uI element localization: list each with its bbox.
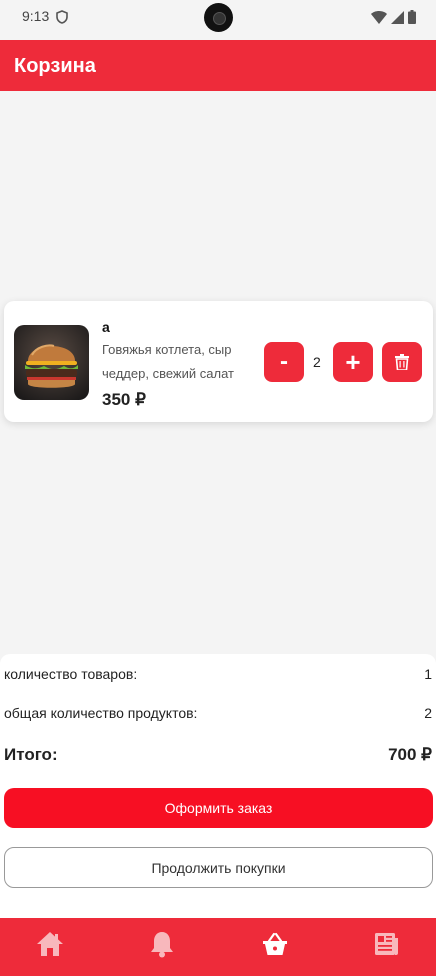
wifi-icon [371, 10, 387, 24]
battery-icon [408, 10, 416, 24]
total-label: Итого: [4, 745, 58, 764]
product-description: Говяжья котлета, сыр чеддер, свежий сала… [102, 342, 234, 381]
delete-item-button[interactable] [382, 342, 422, 382]
products-total-row: общая количество продуктов: 2 [4, 705, 432, 721]
quantity-value: 2 [313, 354, 321, 370]
products-total-label: общая количество продуктов: [4, 705, 198, 721]
front-camera [204, 3, 233, 32]
product-price: 350 ₽ [102, 390, 146, 409]
status-bar: 9:13 [0, 0, 436, 40]
order-summary: количество товаров: 1 общая количество п… [0, 654, 436, 918]
decrease-quantity-button[interactable]: - [264, 342, 304, 382]
home-icon[interactable] [36, 930, 64, 958]
page-title: Корзина [14, 55, 96, 77]
bell-icon[interactable] [148, 930, 176, 958]
cart-item-card: а Говяжья котлета, сыр чеддер, свежий са… [4, 301, 433, 422]
product-name: а [102, 319, 110, 335]
total-value: 700 ₽ [388, 745, 432, 764]
status-time: 9:13 [22, 8, 50, 24]
items-count-row: количество товаров: 1 [4, 666, 432, 682]
status-icons [371, 10, 416, 24]
checkout-button[interactable]: Оформить заказ [4, 788, 433, 828]
basket-icon[interactable] [261, 930, 289, 958]
items-count-label: количество товаров: [4, 666, 138, 682]
continue-shopping-button[interactable]: Продолжить покупки [4, 847, 433, 888]
signal-icon [391, 10, 404, 24]
app-bar: Корзина [0, 40, 436, 91]
total-row: Итого: 700 ₽ [4, 745, 432, 765]
products-total-value: 2 [424, 705, 432, 721]
product-image [14, 325, 89, 400]
items-count-value: 1 [424, 666, 432, 682]
trash-icon [395, 354, 409, 370]
bottom-navigation [0, 918, 436, 976]
newspaper-icon[interactable] [372, 930, 400, 958]
shield-icon [56, 10, 68, 24]
increase-quantity-button[interactable]: + [333, 342, 373, 382]
